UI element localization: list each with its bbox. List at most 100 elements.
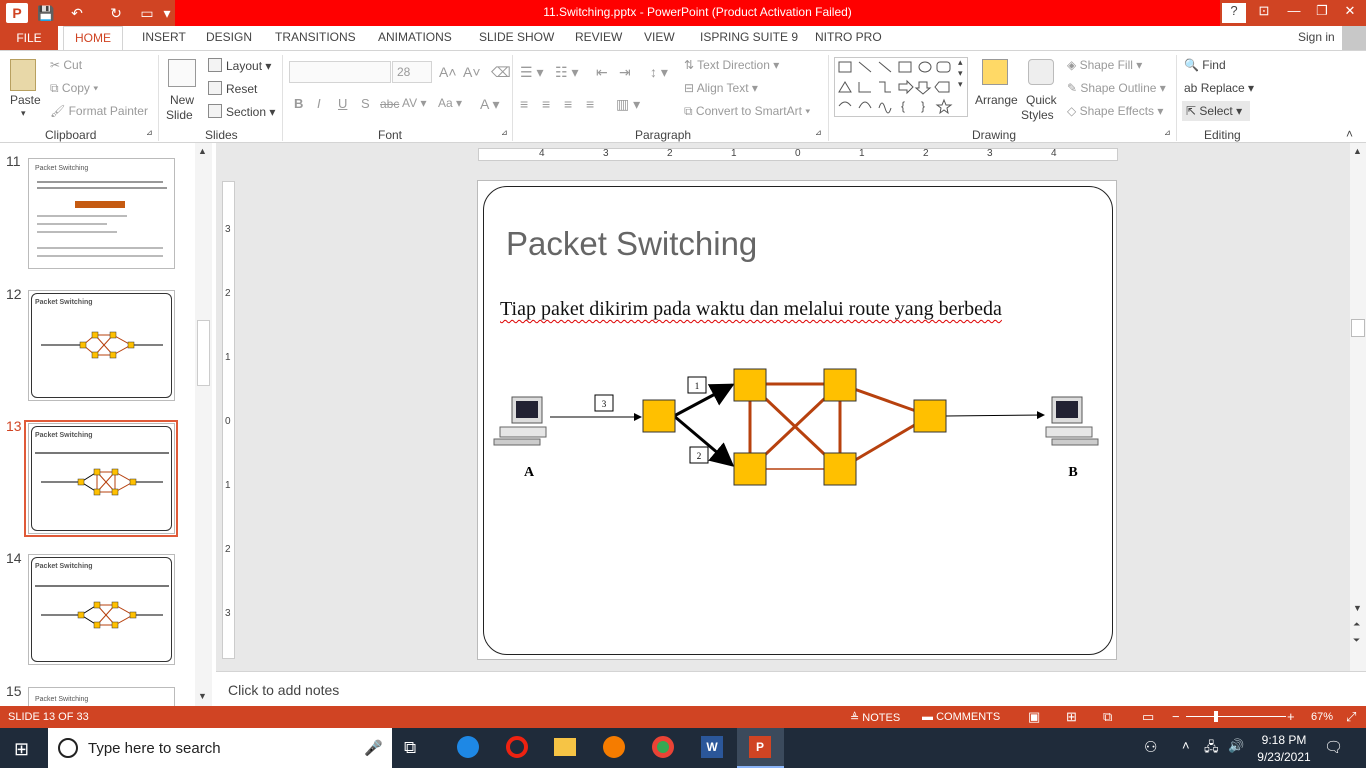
grow-font-icon[interactable]: A˄ <box>439 64 457 80</box>
clock-date[interactable]: 9/23/2021 <box>1254 750 1314 764</box>
normal-view-icon[interactable]: ▣ <box>1028 709 1040 725</box>
font-size-input[interactable]: 28 <box>392 61 432 83</box>
redo-icon[interactable]: ↻ <box>106 3 126 23</box>
tab-design[interactable]: DESIGN <box>206 30 252 44</box>
slide-thumbnail-selected[interactable]: Packet Switching <box>28 423 175 534</box>
slide-sorter-icon[interactable]: ⊞ <box>1066 709 1077 725</box>
bullets-icon[interactable]: ☰ ▾ <box>520 64 543 81</box>
font-color-icon[interactable]: A ▾ <box>480 96 499 113</box>
scrollbar-thumb[interactable] <box>1351 319 1365 337</box>
people-icon[interactable]: ⚇ <box>1144 738 1157 756</box>
tab-animations[interactable]: ANIMATIONS <box>378 30 452 44</box>
clipboard-launcher-icon[interactable]: ⊿ <box>146 128 153 137</box>
volume-icon[interactable]: 🔊 <box>1228 738 1244 754</box>
network-icon[interactable]: 🖧 <box>1204 738 1219 760</box>
find-button[interactable]: 🔍 Find <box>1184 58 1226 72</box>
format-painter-button[interactable]: 🖌 Format Painter <box>50 104 148 118</box>
windows-start-icon[interactable]: ⊞ <box>14 739 29 760</box>
tab-view[interactable]: VIEW <box>644 30 675 44</box>
minimize-icon[interactable]: — <box>1282 3 1306 18</box>
tab-home[interactable]: HOME <box>63 26 123 52</box>
file-explorer-icon[interactable] <box>554 738 576 756</box>
increase-indent-icon[interactable]: ⇥ <box>619 64 631 81</box>
slide-thumbnail[interactable]: Packet Switching <box>28 554 175 665</box>
align-left-icon[interactable]: ≡ <box>520 96 528 112</box>
numbering-icon[interactable]: ☷ ▾ <box>555 64 578 81</box>
close-icon[interactable]: ✕ <box>1338 3 1362 19</box>
scrollbar-thumb[interactable] <box>197 320 210 386</box>
comments-button[interactable]: ▬ COMMENTS <box>922 711 1000 723</box>
character-spacing-icon[interactable]: AV ▾ <box>402 96 426 110</box>
replace-button[interactable]: ab Replace ▾ <box>1184 81 1254 95</box>
next-slide-icon[interactable]: ⏷ <box>1353 635 1360 646</box>
restore-icon[interactable]: ❐ <box>1310 3 1334 19</box>
slide-thumbnail[interactable]: Packet Switching <box>28 158 175 269</box>
line-spacing-icon[interactable]: ↕ ▾ <box>650 64 668 81</box>
section-button[interactable]: Section ▾ <box>208 104 275 119</box>
gallery-scroll-icon[interactable]: ▴ ▾ ▾ <box>958 57 963 90</box>
shrink-font-icon[interactable]: A˅ <box>463 64 481 80</box>
reading-view-icon[interactable]: ⧉ <box>1103 709 1112 725</box>
word-icon[interactable]: W <box>701 736 723 758</box>
align-text-button[interactable]: ⊟ Align Text ▾ <box>684 81 758 95</box>
fit-to-window-icon[interactable]: ⤢ <box>1346 709 1356 725</box>
undo-icon[interactable]: ↶ <box>66 3 88 23</box>
font-launcher-icon[interactable]: ⊿ <box>501 128 508 137</box>
tab-insert[interactable]: INSERT <box>142 30 186 44</box>
change-case-icon[interactable]: Aa ▾ <box>438 96 462 110</box>
new-slide-label-2[interactable]: Slide <box>166 108 193 122</box>
scroll-up-icon[interactable]: ▲ <box>1353 146 1362 156</box>
zoom-in-icon[interactable]: + <box>1287 709 1295 724</box>
italic-icon[interactable]: I <box>317 96 321 111</box>
tab-file[interactable]: FILE <box>0 26 58 50</box>
slide-thumbnail[interactable]: Packet Switching <box>28 290 175 401</box>
decrease-indent-icon[interactable]: ⇤ <box>596 64 608 81</box>
notes-pane[interactable]: Click to add notes <box>216 671 1366 706</box>
strikethrough-icon[interactable]: abc <box>380 97 399 111</box>
paste-button[interactable]: Paste <box>10 93 41 107</box>
zoom-out-icon[interactable]: − <box>1172 709 1180 724</box>
copy-button[interactable]: ⧉ Copy ▾ <box>50 81 98 96</box>
bold-icon[interactable]: B <box>294 96 303 111</box>
avatar[interactable] <box>1342 26 1366 50</box>
ribbon-display-options-icon[interactable]: ⊡ <box>1252 3 1276 19</box>
chrome-icon[interactable] <box>652 736 674 758</box>
paste-dropdown-icon[interactable]: ▾ <box>21 108 26 119</box>
shadow-icon[interactable]: S <box>361 96 370 111</box>
select-button[interactable]: ⇱ Select ▾ <box>1182 101 1251 121</box>
quick-styles-label-1[interactable]: Quick <box>1026 93 1057 107</box>
tab-ispring[interactable]: ISPRING SUITE 9 <box>700 30 798 44</box>
slide[interactable]: Packet Switching Tiap paket dikirim pada… <box>477 180 1117 660</box>
clock-time[interactable]: 9:18 PM <box>1254 733 1314 747</box>
shapes-gallery[interactable]: { } <box>834 57 968 117</box>
show-hidden-icons-icon[interactable]: ˄ <box>1182 738 1190 753</box>
sign-in-link[interactable]: Sign in <box>1298 30 1335 44</box>
clear-formatting-icon[interactable]: ⌫ <box>491 64 511 81</box>
help-button[interactable]: ? <box>1222 3 1246 23</box>
scroll-down-icon[interactable]: ▼ <box>1353 603 1362 613</box>
customize-toolbar-icon[interactable]: ▾ <box>162 3 172 23</box>
underline-icon[interactable]: U <box>338 96 347 111</box>
start-from-beginning-icon[interactable]: ▭ <box>136 3 158 23</box>
firefox-icon[interactable] <box>603 736 625 758</box>
columns-icon[interactable]: ▥ ▾ <box>616 96 640 113</box>
text-direction-button[interactable]: ⇅ Text Direction ▾ <box>684 58 779 72</box>
new-slide-label-1[interactable]: New <box>170 93 194 107</box>
notes-button[interactable]: ≜ NOTES <box>850 711 900 724</box>
slide-show-icon[interactable]: ▭ <box>1142 709 1154 725</box>
microphone-icon[interactable]: 🎤 <box>364 739 383 757</box>
thumbnail-scrollbar[interactable]: ▲ ▼ <box>195 143 212 706</box>
font-name-input[interactable] <box>289 61 391 83</box>
slide-scrollbar[interactable]: ▲ ▼ ⏶ ⏷ <box>1350 143 1366 671</box>
justify-icon[interactable]: ≡ <box>586 96 594 112</box>
zoom-slider-track[interactable] <box>1186 716 1286 717</box>
center-icon[interactable]: ≡ <box>542 96 550 112</box>
cut-button[interactable]: ✂ Cut <box>50 58 82 72</box>
scroll-down-icon[interactable]: ▼ <box>198 691 207 701</box>
previous-slide-icon[interactable]: ⏶ <box>1353 619 1360 630</box>
shape-fill-button[interactable]: ◈ Shape Fill ▾ <box>1067 58 1142 72</box>
opera-icon[interactable] <box>506 736 528 758</box>
shape-effects-button[interactable]: ◇ Shape Effects ▾ <box>1067 104 1163 118</box>
arrange-button[interactable]: Arrange <box>975 93 1018 107</box>
save-icon[interactable]: 💾 <box>36 3 56 23</box>
